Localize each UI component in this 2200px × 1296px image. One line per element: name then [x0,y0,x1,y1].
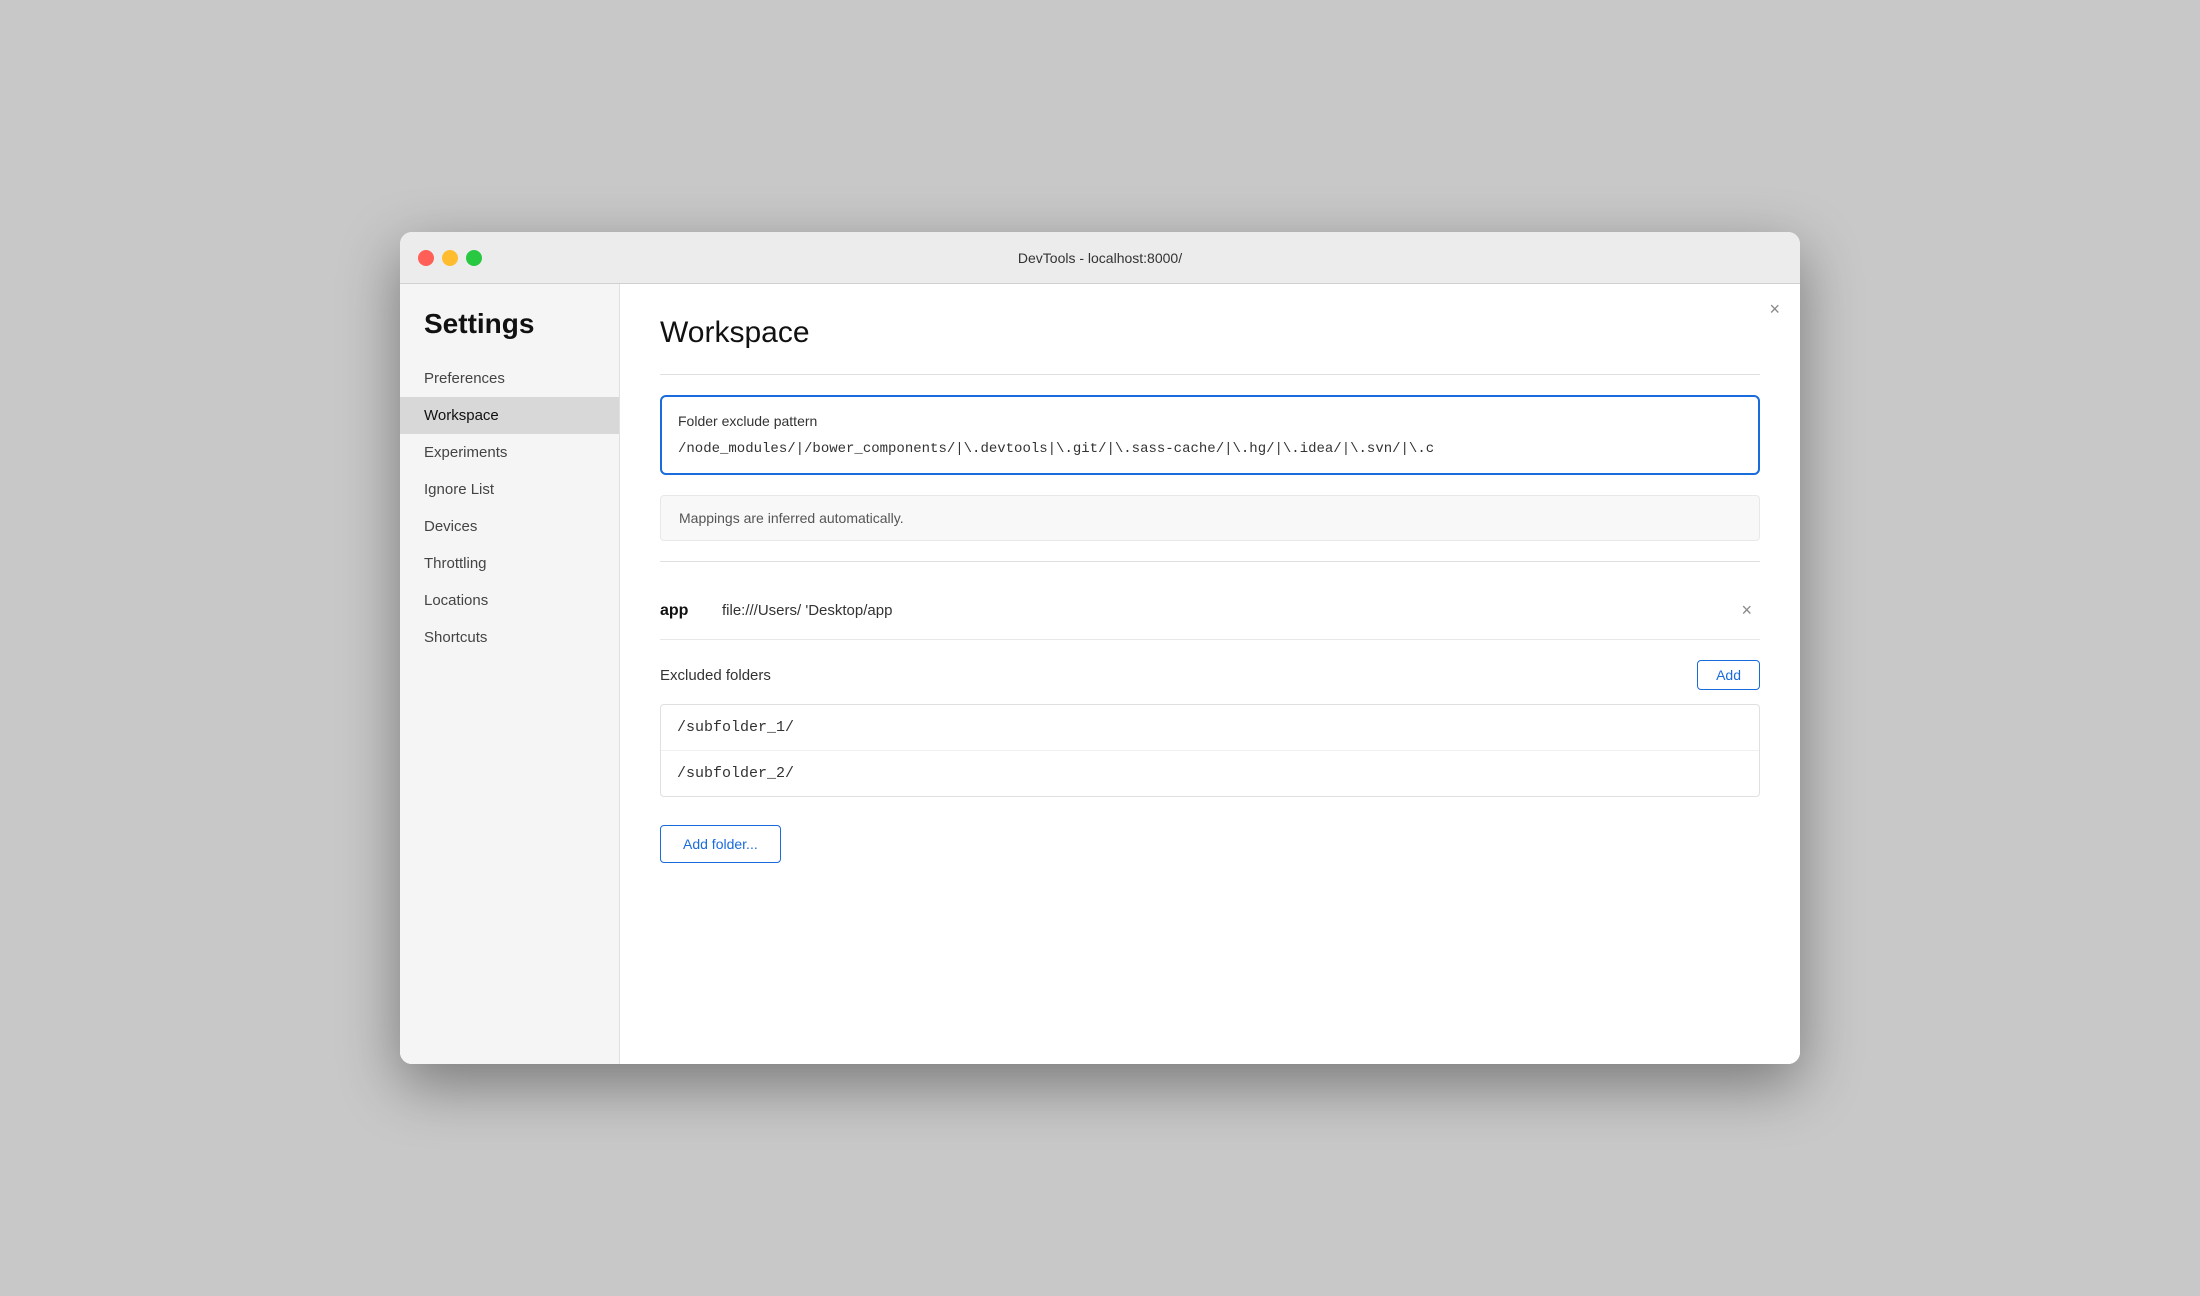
sidebar-item-experiments[interactable]: Experiments [400,434,619,471]
sidebar: Settings Preferences Workspace Experimen… [400,284,620,1064]
top-divider [660,374,1760,375]
sidebar-item-workspace[interactable]: Workspace [400,397,619,434]
add-folder-button[interactable]: Add folder... [660,825,781,863]
workspace-entry: app file:///Users/ 'Desktop/app × [660,582,1760,640]
window-title: DevTools - localhost:8000/ [1018,250,1182,266]
sidebar-item-preferences[interactable]: Preferences [400,360,619,397]
folder-exclude-input[interactable] [678,441,1742,457]
sidebar-item-throttling[interactable]: Throttling [400,545,619,582]
mappings-note: Mappings are inferred automatically. [660,495,1760,541]
workspace-entry-path: file:///Users/ 'Desktop/app [722,602,1733,619]
folder-exclude-box: Folder exclude pattern [660,395,1760,475]
folder-exclude-label: Folder exclude pattern [678,413,1742,429]
page-title: Workspace [660,316,1760,350]
excluded-folders-label: Excluded folders [660,667,771,684]
folder-item: /subfolder_2/ [661,751,1759,796]
minimize-traffic-light[interactable] [442,250,458,266]
maximize-traffic-light[interactable] [466,250,482,266]
sidebar-item-shortcuts[interactable]: Shortcuts [400,619,619,656]
sidebar-heading: Settings [400,308,619,360]
sidebar-item-locations[interactable]: Locations [400,582,619,619]
remove-workspace-button[interactable]: × [1733,596,1760,625]
sidebar-item-ignore-list[interactable]: Ignore List [400,471,619,508]
traffic-lights [418,250,482,266]
sidebar-item-devices[interactable]: Devices [400,508,619,545]
main-window: DevTools - localhost:8000/ Settings Pref… [400,232,1800,1064]
close-traffic-light[interactable] [418,250,434,266]
excluded-folders-header: Excluded folders Add [660,660,1760,690]
add-excluded-folder-button[interactable]: Add [1697,660,1760,690]
folder-item: /subfolder_1/ [661,705,1759,751]
window-content: Settings Preferences Workspace Experimen… [400,284,1800,1064]
main-content: × Workspace Folder exclude pattern Mappi… [620,284,1800,1064]
titlebar: DevTools - localhost:8000/ [400,232,1800,284]
mid-divider [660,561,1760,562]
workspace-entry-name: app [660,602,710,620]
close-button[interactable]: × [1769,300,1780,318]
folders-list: /subfolder_1/ /subfolder_2/ [660,704,1760,797]
